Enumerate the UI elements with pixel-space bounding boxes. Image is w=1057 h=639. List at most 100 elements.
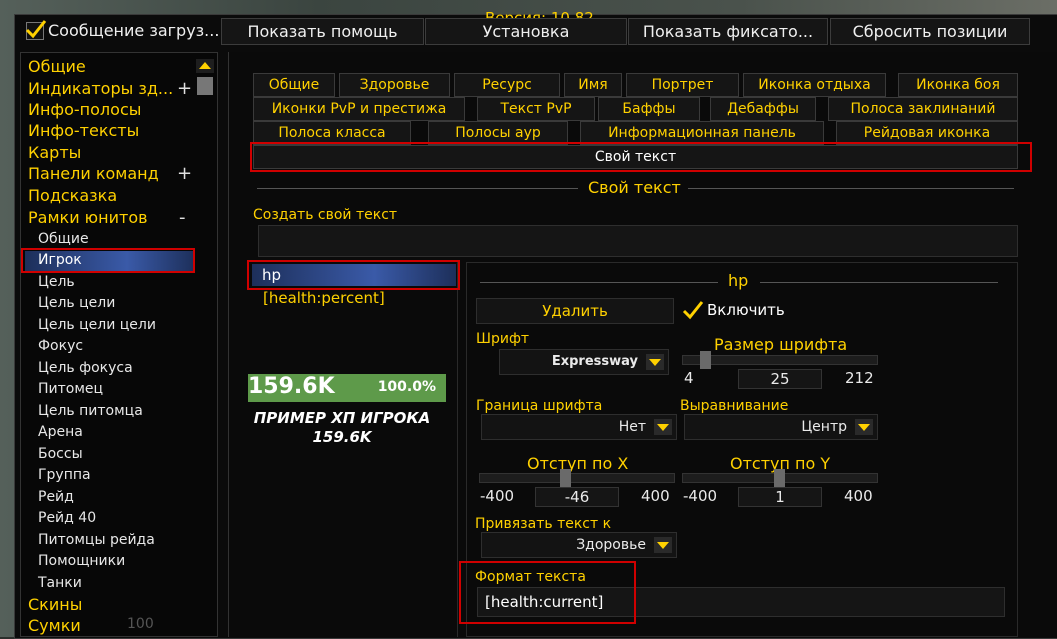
- editor-divider-left: [480, 282, 718, 283]
- text-list-tag: [health:percent]: [263, 289, 385, 307]
- outline-dropdown[interactable]: Нет: [481, 414, 677, 440]
- xoffset-input[interactable]: -46: [535, 487, 619, 507]
- reset-positions-button[interactable]: Сбросить позиции: [830, 18, 1030, 45]
- attach-label: Привязать текст к: [475, 516, 612, 532]
- expand-actionbars-icon[interactable]: +: [177, 163, 192, 185]
- tab-resting-icon[interactable]: Иконка отдыха: [743, 73, 886, 97]
- tab-general[interactable]: Общие: [253, 73, 335, 97]
- xoffset-max: 400: [641, 487, 670, 505]
- highlight-hp-item: [247, 260, 460, 290]
- tab-name[interactable]: Имя: [564, 73, 622, 97]
- divider-left: [257, 188, 578, 189]
- tab-pvp-icons[interactable]: Иконки PvP и престижа: [253, 97, 465, 121]
- font-size-min: 4: [684, 369, 694, 387]
- font-value: Expressway: [551, 354, 638, 369]
- preview-caption: ПРИМЕР ХП ИГРОКА 159.6K: [248, 409, 436, 447]
- sidebar-item-unitframes[interactable]: Рамки юнитов: [28, 207, 148, 229]
- show-movers-button[interactable]: Показать фиксато...: [628, 18, 828, 45]
- background-number: 100: [127, 616, 154, 632]
- text-list-panel: [252, 262, 458, 637]
- xoffset-label: Отступ по X: [527, 454, 629, 473]
- font-size-label: Размер шрифта: [714, 335, 848, 354]
- sidebar-sub-raid[interactable]: Рейд: [38, 487, 74, 508]
- sidebar-item-databars[interactable]: Инфо-полосы: [28, 99, 141, 121]
- sidebar-sub-party[interactable]: Группа: [38, 465, 91, 486]
- highlight-custom-text-tab: [250, 142, 1032, 172]
- xoffset-min: -400: [480, 487, 515, 505]
- tab-power[interactable]: Ресурс: [454, 73, 560, 97]
- attach-dropdown-arrow-icon[interactable]: [654, 537, 672, 553]
- xoffset-slider[interactable]: [479, 473, 675, 483]
- startup-message-checkbox[interactable]: [25, 20, 47, 40]
- show-help-button[interactable]: Показать помощь: [221, 18, 424, 45]
- sidebar-item-bags[interactable]: Сумки: [28, 615, 81, 637]
- sidebar-item-actionbars[interactable]: Панели команд: [28, 163, 159, 185]
- tab-buffs[interactable]: Баффы: [598, 97, 700, 121]
- sidebar-item-general[interactable]: Общие: [28, 56, 86, 78]
- sidebar-item-tooltip[interactable]: Подсказка: [28, 185, 117, 207]
- editor-title: hp: [728, 271, 749, 290]
- sidebar-sub-focus[interactable]: Фокус: [38, 336, 83, 357]
- justify-value: Центр: [801, 419, 847, 435]
- tab-portrait[interactable]: Портрет: [626, 73, 739, 97]
- collapse-unitframes-icon[interactable]: -: [179, 207, 186, 229]
- sidebar-sub-assist[interactable]: Помощники: [38, 551, 125, 572]
- sidebar-item-skins[interactable]: Скины: [28, 594, 82, 616]
- highlight-format-text: [459, 561, 636, 624]
- highlight-player: [21, 248, 195, 273]
- checkmark-icon: [25, 20, 47, 39]
- yoffset-slider-thumb[interactable]: [774, 469, 785, 487]
- sidebar-item-nameplates[interactable]: Индикаторы зд...: [28, 78, 173, 100]
- install-button[interactable]: Установка: [425, 18, 627, 45]
- create-text-label: Создать свой текст: [253, 207, 398, 223]
- xoffset-slider-thumb[interactable]: [560, 469, 571, 487]
- font-size-slider-thumb[interactable]: [700, 351, 711, 369]
- create-text-input[interactable]: [258, 225, 1018, 257]
- font-dropdown-arrow-icon[interactable]: [646, 354, 664, 370]
- font-size-max: 212: [845, 369, 874, 387]
- delete-button[interactable]: Удалить: [476, 298, 674, 324]
- outline-dropdown-arrow-icon[interactable]: [654, 419, 672, 435]
- sidebar-sub-targettarget[interactable]: Цель цели: [38, 293, 115, 314]
- divider-right: [688, 188, 1014, 189]
- sidebar-sub-boss[interactable]: Боссы: [38, 444, 83, 465]
- justify-dropdown-arrow-icon[interactable]: [855, 419, 873, 435]
- sidebar-sub-raidpet[interactable]: Питомцы рейда: [38, 530, 155, 551]
- sidebar-sub-arena[interactable]: Арена: [38, 422, 83, 443]
- sidebar-sub-pet[interactable]: Питомец: [38, 379, 103, 400]
- scroll-thumb[interactable]: [197, 77, 213, 95]
- enable-check-icon[interactable]: [682, 300, 706, 320]
- outline-label: Граница шрифта: [476, 398, 603, 414]
- justify-label: Выравнивание: [680, 398, 789, 414]
- sidebar-item-maps[interactable]: Карты: [28, 142, 81, 164]
- sidebar-item-datatexts[interactable]: Инфо-тексты: [28, 120, 139, 142]
- attach-value: Здоровье: [576, 537, 646, 553]
- attach-dropdown[interactable]: Здоровье: [481, 532, 677, 558]
- sidebar-sub-targettargettarget[interactable]: Цель цели цели: [38, 315, 156, 336]
- sidebar-sub-pettarget[interactable]: Цель питомца: [38, 401, 143, 422]
- sidebar-sub-general[interactable]: Общие: [38, 229, 89, 250]
- yoffset-min: -400: [683, 487, 718, 505]
- sidebar-scrollbar[interactable]: [196, 59, 214, 103]
- yoffset-max: 400: [844, 487, 873, 505]
- sidebar-sub-raid40[interactable]: Рейд 40: [38, 508, 96, 529]
- font-dropdown[interactable]: Expressway: [499, 349, 669, 375]
- preview-health-bar: 159.6K 100.0%: [248, 374, 446, 402]
- startup-message-label: Сообщение загруз...: [48, 21, 220, 40]
- font-size-input[interactable]: 25: [738, 369, 822, 389]
- expand-nameplates-icon[interactable]: +: [177, 78, 192, 100]
- tab-combat-icon[interactable]: Иконка боя: [898, 73, 1018, 97]
- enable-label: Включить: [707, 301, 785, 319]
- preview-health-percent: 100.0%: [377, 379, 436, 395]
- sidebar-sub-target[interactable]: Цель: [38, 272, 75, 293]
- scroll-up-icon[interactable]: [196, 59, 214, 73]
- sidebar-sub-focustarget[interactable]: Цель фокуса: [38, 358, 133, 379]
- tab-debuffs[interactable]: Дебаффы: [710, 97, 816, 121]
- sidebar-sub-tank[interactable]: Танки: [38, 573, 82, 594]
- tab-health[interactable]: Здоровье: [339, 73, 450, 97]
- tab-pvp-text[interactable]: Текст PvP: [477, 97, 595, 121]
- yoffset-input[interactable]: 1: [738, 487, 822, 507]
- font-size-slider[interactable]: [682, 355, 878, 365]
- tab-castbar[interactable]: Полоса заклинаний: [828, 97, 1018, 121]
- justify-dropdown[interactable]: Центр: [684, 414, 878, 440]
